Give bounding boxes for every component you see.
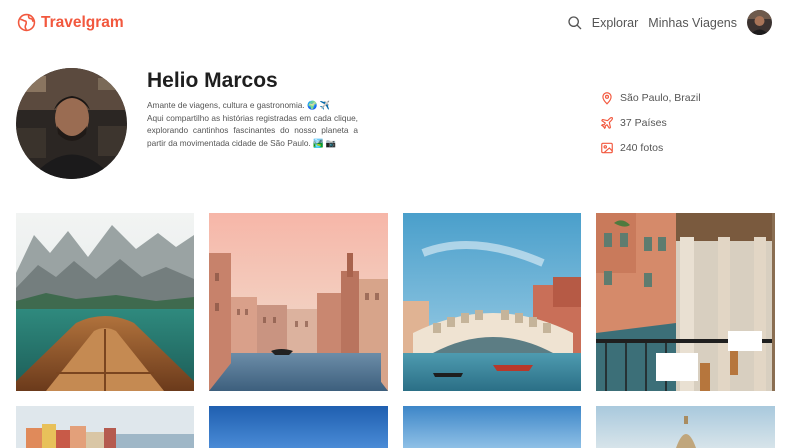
nav-explore-link[interactable]: Explorar xyxy=(592,16,639,30)
gallery-photo[interactable] xyxy=(403,406,581,448)
stat-photos: 240 fotos xyxy=(600,140,701,156)
gallery-photo[interactable] xyxy=(596,213,775,391)
gallery-photo[interactable] xyxy=(403,213,581,391)
user-avatar[interactable] xyxy=(747,10,772,35)
stat-location-text: São Paulo, Brazil xyxy=(620,92,701,104)
gallery-photo[interactable] xyxy=(209,406,388,448)
stat-photos-text: 240 fotos xyxy=(620,142,664,154)
gallery-photo[interactable] xyxy=(16,213,194,391)
location-pin-icon xyxy=(602,92,612,105)
image-icon xyxy=(601,142,613,154)
bio-line: Amante de viagens, cultura e gastronomia… xyxy=(147,100,331,110)
bio-line: Aqui compartilho as histórias registrada… xyxy=(147,112,358,148)
profile-name: Helio Marcos xyxy=(147,69,278,92)
logo-text: Travelgram xyxy=(41,13,124,31)
gallery-photo[interactable] xyxy=(16,406,194,448)
airplane-icon xyxy=(600,117,613,130)
logo[interactable]: Travelgram xyxy=(17,13,124,32)
profile-stats: São Paulo, Brazil 37 Países 240 fotos xyxy=(600,90,701,165)
top-navbar: Travelgram Explorar Minhas Viagens xyxy=(0,0,793,46)
nav-menu: Explorar Minhas Viagens xyxy=(567,10,772,35)
globe-icon xyxy=(17,13,36,32)
profile-avatar xyxy=(16,68,127,179)
gallery-photo[interactable] xyxy=(596,406,775,448)
profile-bio: Amante de viagens, cultura e gastronomia… xyxy=(147,99,358,149)
nav-my-trips-link[interactable]: Minhas Viagens xyxy=(648,16,737,30)
stat-location: São Paulo, Brazil xyxy=(600,90,701,106)
search-icon[interactable] xyxy=(567,15,583,31)
stat-countries-text: 37 Países xyxy=(620,117,667,129)
gallery-photo[interactable] xyxy=(209,213,388,391)
stat-countries: 37 Países xyxy=(600,115,701,131)
